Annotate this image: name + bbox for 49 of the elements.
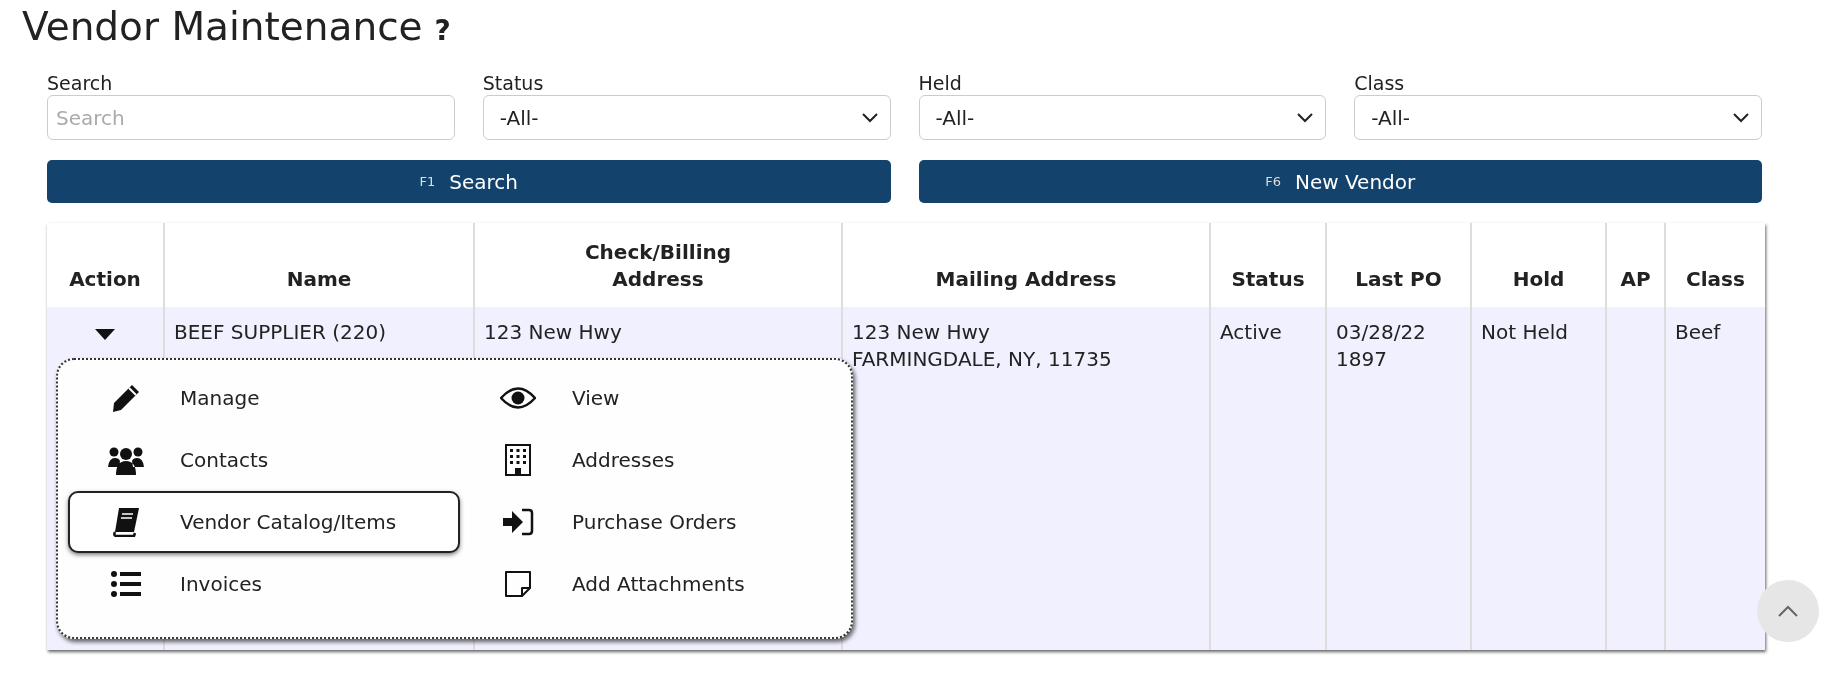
list-icon bbox=[111, 571, 141, 597]
filter-dropdown[interactable]: -All- bbox=[1354, 95, 1762, 140]
column-header: Hold bbox=[1512, 266, 1565, 293]
column-header: Action bbox=[69, 266, 141, 293]
table-cell: Beef bbox=[1675, 320, 1721, 344]
menu-item[interactable]: Contacts bbox=[68, 429, 460, 491]
table-cell: BEEF SUPPLIER (220) bbox=[174, 320, 387, 344]
column-header: AP bbox=[1620, 266, 1651, 293]
column-header: Last PO bbox=[1355, 266, 1442, 293]
building-icon bbox=[505, 444, 531, 476]
sign-in-icon bbox=[502, 508, 534, 536]
menu-item[interactable]: Purchase Orders bbox=[460, 491, 851, 553]
page-title: Vendor Maintenance bbox=[22, 4, 423, 49]
field-label: Search bbox=[47, 72, 114, 94]
filter-dropdown[interactable]: -All- bbox=[918, 95, 1327, 140]
menu-item[interactable]: Add Attachments bbox=[460, 553, 851, 615]
search-field[interactable]: Search bbox=[47, 95, 455, 140]
column-header: Class bbox=[1686, 266, 1745, 293]
action-button[interactable]: F1 Search bbox=[47, 160, 891, 203]
people-icon bbox=[108, 445, 144, 475]
action-button[interactable]: F6 New Vendor bbox=[918, 160, 1762, 203]
table-cell: 123 New Hwy FARMINGDALE, NY, 11735 bbox=[852, 320, 1112, 371]
chevron-down-icon bbox=[861, 112, 878, 123]
menu-item[interactable]: Addresses bbox=[460, 429, 851, 491]
eye-icon bbox=[500, 387, 536, 409]
field-label: Class bbox=[1354, 72, 1406, 94]
help-icon[interactable]: ? bbox=[434, 14, 451, 47]
chevron-down-icon bbox=[1297, 112, 1314, 123]
caret-down-icon[interactable] bbox=[95, 329, 115, 341]
book-icon bbox=[112, 507, 140, 537]
menu-item[interactable]: Vendor Catalog/Items bbox=[68, 491, 460, 553]
field-label: Status bbox=[482, 72, 545, 94]
table-cell: Active bbox=[1220, 320, 1282, 344]
table-cell: Not Held bbox=[1481, 320, 1568, 344]
column-header: Check/Billing Address bbox=[583, 239, 733, 293]
pencil-icon bbox=[111, 383, 141, 413]
menu-item[interactable]: View bbox=[460, 367, 851, 429]
table-cell: 123 New Hwy bbox=[484, 320, 622, 344]
filter-dropdown[interactable]: -All- bbox=[482, 95, 891, 140]
field-label: Held bbox=[918, 72, 963, 94]
table-cell: 03/28/22 1897 bbox=[1336, 320, 1426, 371]
column-header: Status bbox=[1231, 266, 1305, 293]
column-header: Mailing Address bbox=[935, 266, 1117, 293]
chevron-up-icon bbox=[1778, 605, 1798, 617]
note-icon bbox=[504, 570, 532, 598]
chevron-down-icon bbox=[1733, 112, 1749, 123]
column-header: Name bbox=[286, 266, 352, 293]
menu-item[interactable]: Manage bbox=[68, 367, 460, 429]
menu-item[interactable]: Invoices bbox=[68, 553, 460, 615]
